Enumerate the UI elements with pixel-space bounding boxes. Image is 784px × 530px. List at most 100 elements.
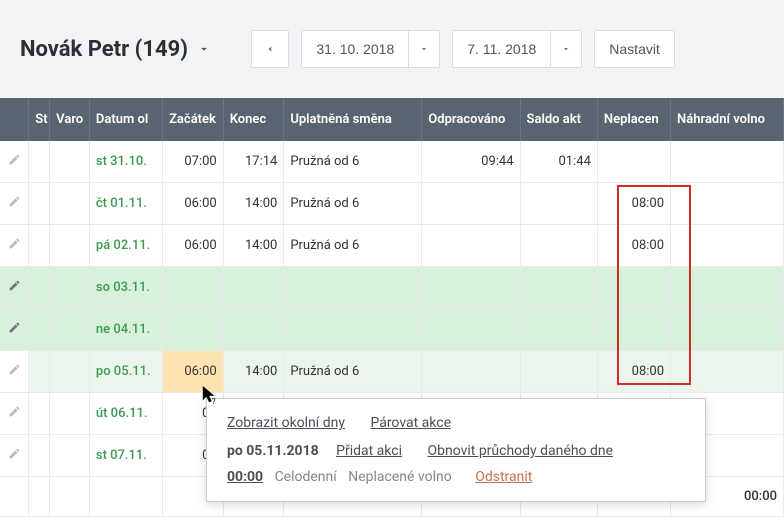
popup-show-days[interactable]: Zobrazit okolní dny	[227, 415, 345, 431]
col-saldo[interactable]: Saldo akt	[521, 98, 598, 141]
status-cell	[29, 141, 50, 183]
status-cell	[29, 309, 50, 351]
popup-add[interactable]: Přidat akci	[336, 443, 402, 459]
worked-cell	[422, 267, 520, 309]
end-cell[interactable]: 14:00	[224, 225, 285, 267]
col-edit	[0, 98, 29, 141]
begin-cell[interactable]: 06:00	[163, 225, 224, 267]
nepl-cell: 08:00	[598, 225, 671, 267]
shift-cell: Pružná od 6	[284, 141, 422, 183]
worked-cell	[422, 309, 520, 351]
nah-cell	[671, 351, 784, 393]
date-from-group: 31. 10. 2018	[301, 30, 440, 68]
date-cell[interactable]: ne 04.11.	[90, 309, 163, 351]
saldo-cell	[521, 267, 598, 309]
end-cell[interactable]	[224, 309, 285, 351]
status-cell	[29, 351, 50, 393]
col-worked[interactable]: Odpracováno	[422, 98, 520, 141]
status-cell	[29, 183, 50, 225]
pencil-icon	[8, 321, 21, 334]
nepl-cell: 08:00	[598, 183, 671, 225]
date-cell[interactable]: po 05.11.	[90, 351, 163, 393]
popup-refresh[interactable]: Obnovit průchody daného dne	[427, 443, 613, 459]
nepl-cell	[598, 141, 671, 183]
pencil-icon	[8, 405, 21, 418]
set-button[interactable]: Nastavit	[594, 30, 675, 68]
begin-cell[interactable]: 07:00	[163, 141, 224, 183]
end-cell[interactable]: 17:14	[224, 141, 285, 183]
pencil-icon	[8, 279, 21, 292]
edit-cell[interactable]	[0, 225, 29, 267]
edit-cell[interactable]	[0, 141, 29, 183]
date-cell[interactable]: so 03.11.	[90, 267, 163, 309]
date-cell[interactable]: st 31.10.	[90, 141, 163, 183]
col-end[interactable]: Konec	[224, 98, 285, 141]
saldo-cell	[521, 351, 598, 393]
saldo-cell	[521, 225, 598, 267]
var-cell	[50, 351, 90, 393]
status-cell	[29, 267, 50, 309]
worked-cell	[422, 351, 520, 393]
worked-cell	[422, 183, 520, 225]
date-cell[interactable]: st 07.11.	[90, 435, 163, 477]
var-cell	[50, 183, 90, 225]
date-cell[interactable]: út 06.11.	[90, 393, 163, 435]
chevron-down-icon	[197, 42, 211, 56]
edit-cell[interactable]	[0, 351, 29, 393]
status-cell	[29, 393, 50, 435]
nepl-cell	[598, 267, 671, 309]
col-begin[interactable]: Začátek	[163, 98, 224, 141]
nepl-cell	[598, 309, 671, 351]
date-to-dropdown[interactable]	[550, 30, 582, 68]
popup-remove[interactable]: Odstranit	[475, 469, 532, 485]
edit-cell[interactable]	[0, 435, 29, 477]
table-row: pá 02.11. 06:00 14:00 Pružná od 6 08:00	[0, 225, 784, 267]
var-cell	[50, 435, 90, 477]
edit-cell[interactable]	[0, 393, 29, 435]
status-cell	[29, 225, 50, 267]
date-label: pá 02.11.	[96, 238, 150, 253]
date-label: ne 04.11.	[96, 322, 150, 337]
date-label: st 07.11.	[96, 448, 147, 463]
date-cell[interactable]: pá 02.11.	[90, 225, 163, 267]
col-var[interactable]: Varo	[50, 98, 90, 141]
status-cell	[29, 435, 50, 477]
edit-cell[interactable]	[0, 309, 29, 351]
shift-cell: Pružná od 6	[284, 225, 422, 267]
edit-cell[interactable]	[0, 183, 29, 225]
date-to-input[interactable]: 7. 11. 2018	[452, 30, 550, 68]
col-shift[interactable]: Uplatněná směna	[284, 98, 422, 141]
begin-cell[interactable]: 06:00	[163, 183, 224, 225]
date-from-input[interactable]: 31. 10. 2018	[301, 30, 408, 68]
var-cell	[50, 267, 90, 309]
begin-cell[interactable]	[163, 267, 224, 309]
table-row: po 05.11. 06:00 14:00 Pružná od 6 08:00	[0, 351, 784, 393]
begin-cell[interactable]	[163, 309, 224, 351]
context-popup: Zobrazit okolní dny Párovat akce po 05.1…	[206, 398, 706, 502]
end-cell[interactable]: 14:00	[224, 183, 285, 225]
col-nah[interactable]: Náhradní volno	[671, 98, 784, 141]
col-status[interactable]: St	[29, 98, 50, 141]
popup-pair[interactable]: Párovat akce	[370, 415, 451, 431]
end-cell[interactable]: 14:00	[224, 351, 285, 393]
table-row: čt 01.11. 06:00 14:00 Pružná od 6 08:00	[0, 183, 784, 225]
date-cell[interactable]: čt 01.11.	[90, 183, 163, 225]
col-nepl[interactable]: Neplacen	[598, 98, 671, 141]
person-selector[interactable]: Novák Petr (149)	[20, 37, 211, 62]
prev-button[interactable]	[251, 30, 289, 68]
nah-cell	[671, 183, 784, 225]
end-cell[interactable]	[224, 267, 285, 309]
begin-cell[interactable]: 06:00	[163, 351, 224, 393]
col-date[interactable]: Datum ol	[90, 98, 163, 141]
var-cell	[50, 393, 90, 435]
pencil-icon	[8, 195, 21, 208]
saldo-cell	[521, 183, 598, 225]
edit-cell[interactable]	[0, 267, 29, 309]
date-from-dropdown[interactable]	[408, 30, 440, 68]
var-cell	[50, 141, 90, 183]
popup-allday: Celodenní	[275, 469, 337, 485]
nah-cell	[671, 141, 784, 183]
shift-cell	[284, 309, 422, 351]
worked-cell	[422, 225, 520, 267]
popup-time[interactable]: 00:00	[227, 469, 263, 485]
